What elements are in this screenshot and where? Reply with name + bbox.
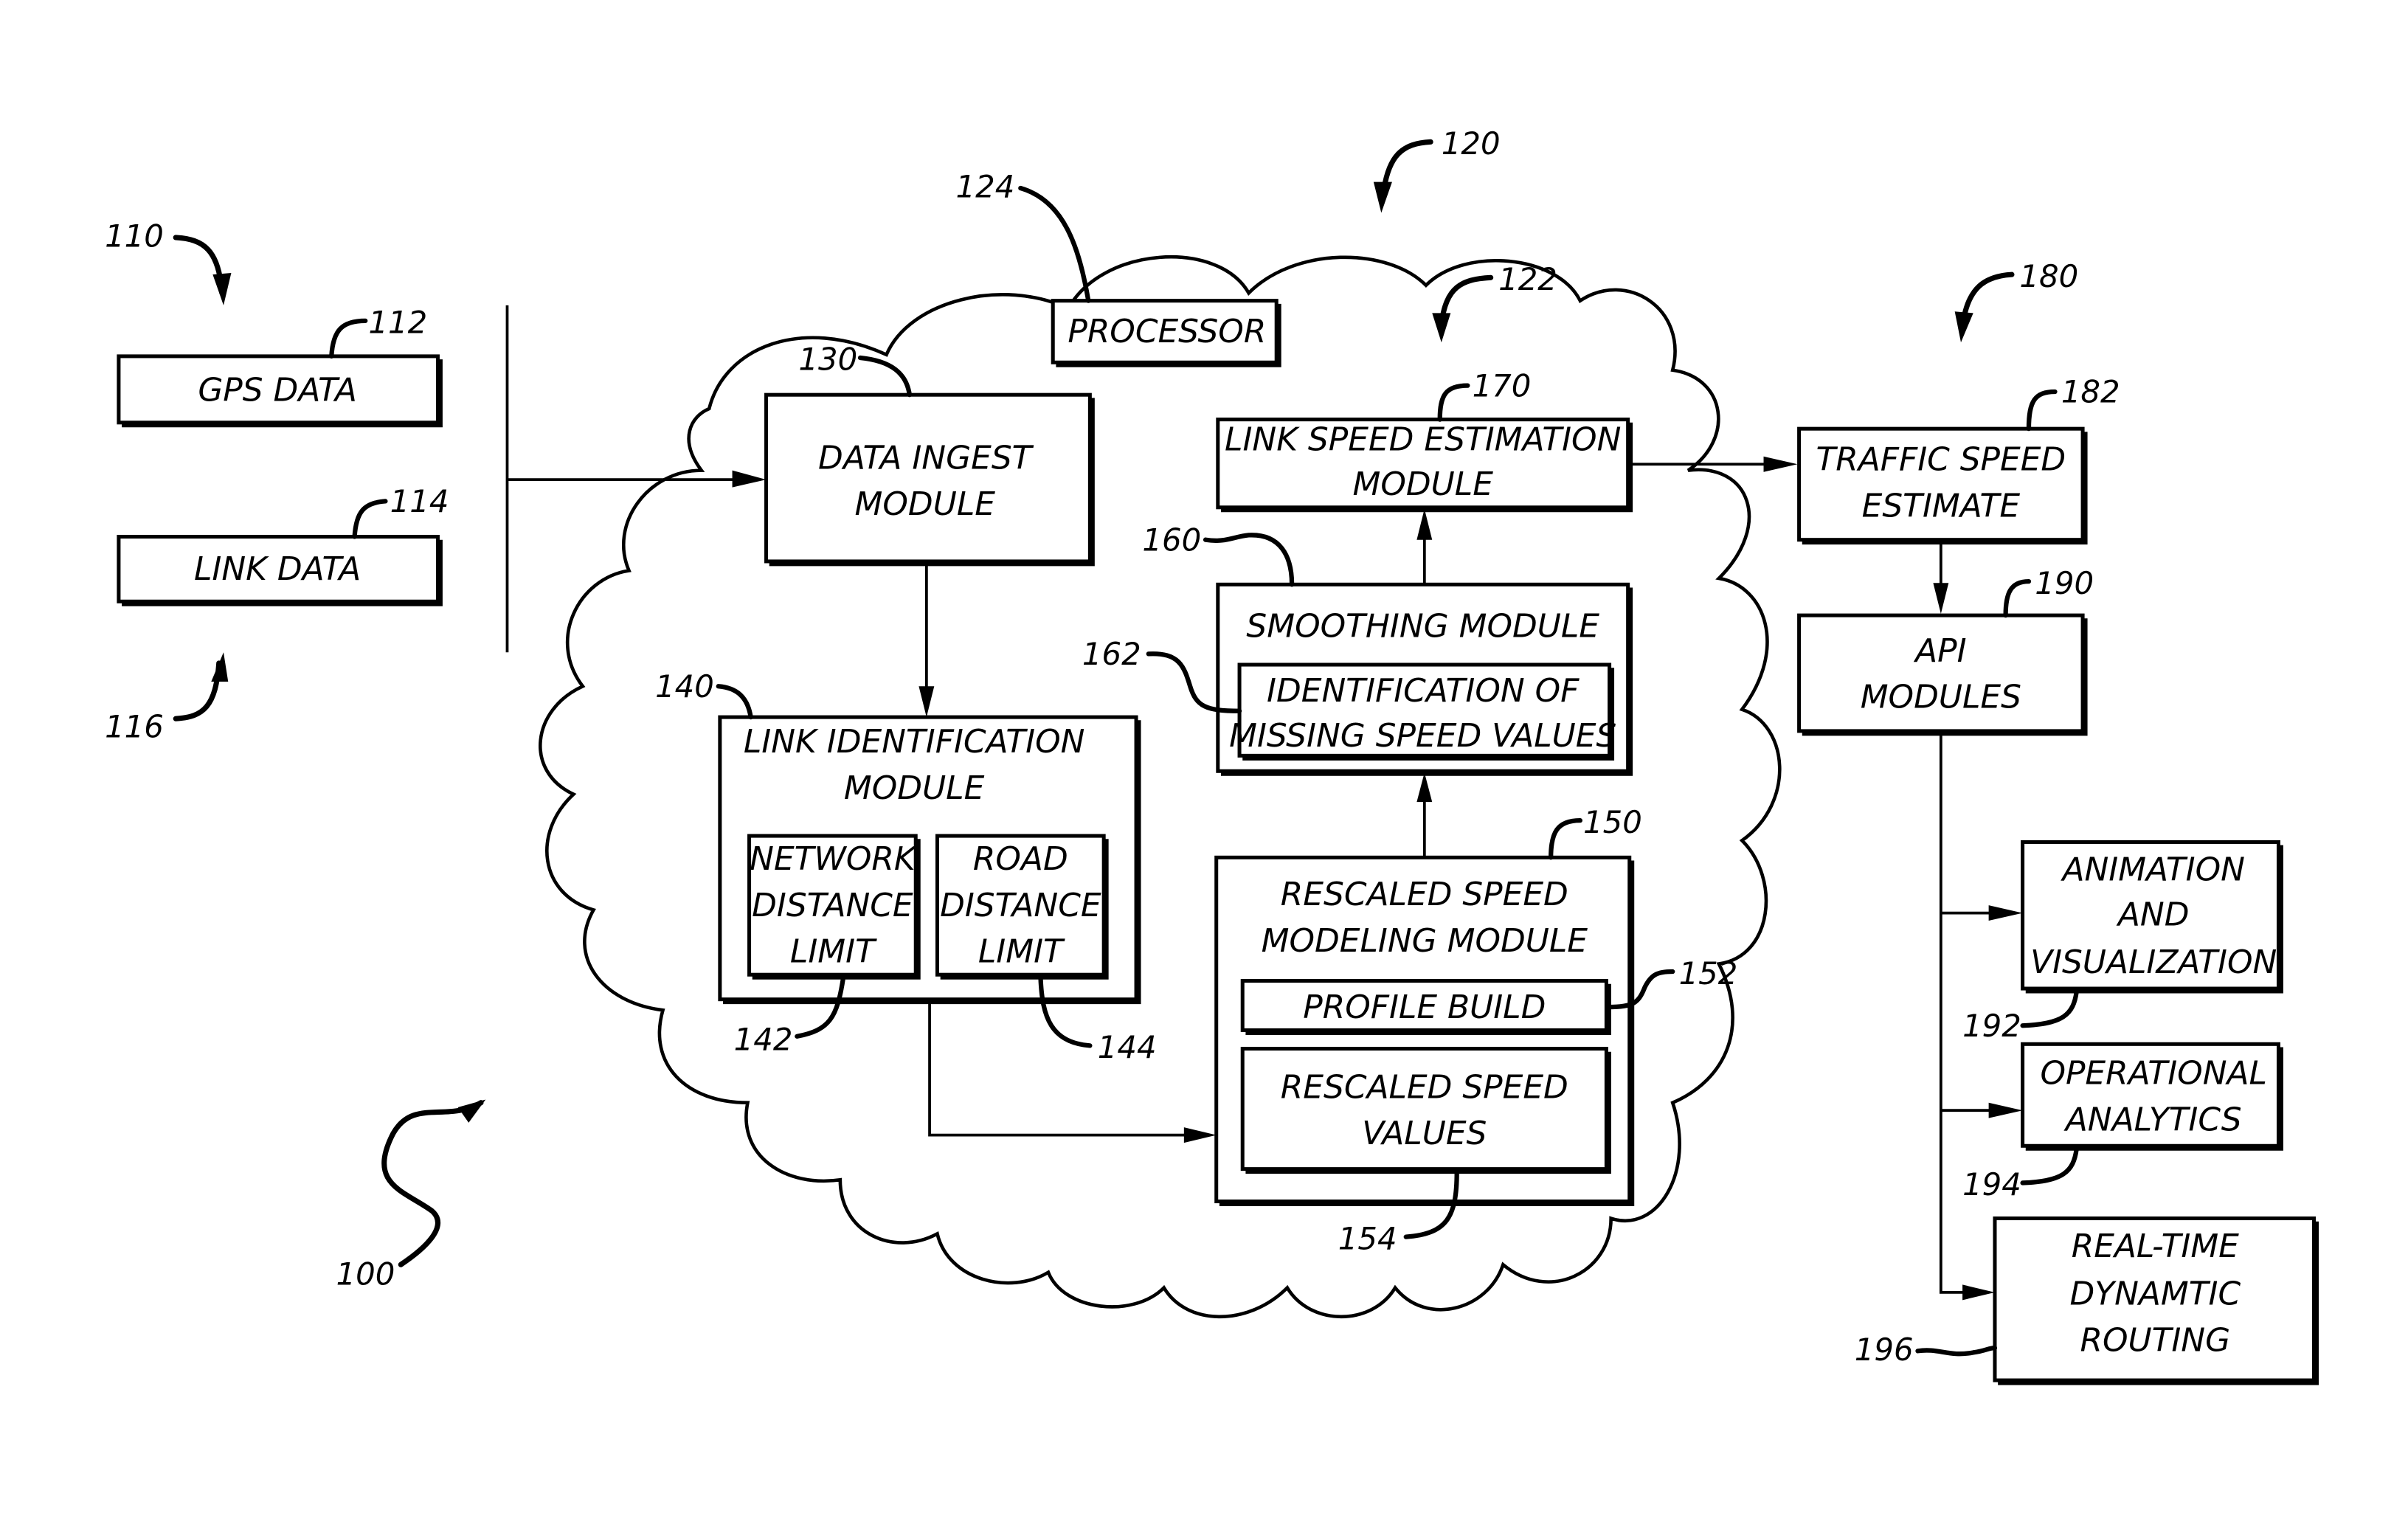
traffic-to-api-arrowhead	[1933, 583, 1949, 615]
operational-analytics-box[interactable]: OPERATIONAL ANALYTICS	[2021, 1042, 2283, 1151]
ref-194-leader	[2020, 1146, 2079, 1186]
analytics-line2: ANALYTICS	[2063, 1101, 2242, 1138]
ref-114: 114	[390, 483, 449, 519]
ref-196: 196	[1855, 1332, 1914, 1368]
ref-120-arrowhead	[1373, 181, 1392, 213]
ref-192-leader	[2020, 989, 2079, 1028]
rescaled-modeling-line2: MODELING MODULE	[1262, 922, 1588, 960]
ref-182: 182	[2061, 374, 2120, 410]
ref-112-leader	[329, 318, 368, 359]
data-ingest-module-box[interactable]: DATA INGEST MODULE	[764, 392, 1095, 567]
ref-182-leader	[2026, 389, 2058, 432]
ref-196-leader	[1915, 1345, 1998, 1357]
ref-110-arrow	[173, 235, 225, 296]
api-to-animation-arrowhead	[1988, 905, 2023, 921]
animation-line3: VISUALIZATION	[2030, 944, 2277, 981]
ref-190-leader	[2003, 578, 2032, 618]
system-diagram: GPS DATA 112 LINK DATA 114 110 116 100 1…	[105, 125, 2319, 1385]
traffic-speed-line1: TRAFFIC SPEED	[1816, 441, 2066, 479]
network-limit-line1: NETWORK	[750, 840, 918, 878]
ref-120: 120	[1442, 125, 1501, 162]
api-modules-line1: API	[1913, 632, 1966, 670]
smoothing-label: SMOOTHING MODULE	[1246, 607, 1599, 645]
traffic-speed-estimate-box[interactable]: TRAFFIC SPEED ESTIMATE	[1797, 426, 2088, 545]
animation-line1: ANIMATION	[2060, 851, 2244, 889]
rescaled-values-line2: VALUES	[1362, 1115, 1487, 1152]
ref-116: 116	[105, 708, 164, 744]
ref-122: 122	[1498, 261, 1557, 297]
ref-192: 192	[1962, 1008, 2021, 1044]
api-to-routing-arrowhead	[1962, 1284, 1995, 1301]
network-limit-line2: DISTANCE	[752, 887, 913, 924]
missing-speed-values-box[interactable]: IDENTIFICATION OF MISSING SPEED VALUES	[1229, 662, 1616, 761]
missing-values-line1: IDENTIFICATION OF	[1267, 672, 1580, 710]
ref-190: 190	[2035, 565, 2094, 601]
road-limit-line2: DISTANCE	[940, 887, 1101, 924]
rescaled-modeling-line1: RESCALED SPEED	[1281, 876, 1568, 913]
linkspeed-to-traffic-arrowhead	[1763, 456, 1798, 472]
link-speed-line2: MODULE	[1353, 465, 1494, 503]
analytics-line1: OPERATIONAL	[2040, 1055, 2267, 1093]
link-id-label-line2: MODULE	[844, 769, 985, 807]
traffic-speed-line2: ESTIMATE	[1862, 487, 2021, 525]
link-data-box[interactable]: LINK DATA	[117, 534, 443, 606]
processor-box[interactable]: PROCESSOR	[1051, 299, 1281, 367]
ref-124-leader	[1018, 185, 1091, 303]
road-limit-line1: ROAD	[973, 840, 1068, 878]
road-limit-line3: LIMIT	[978, 932, 1065, 970]
animation-visualization-box[interactable]: ANIMATION AND VISUALIZATION	[2021, 840, 2283, 994]
ref-152: 152	[1679, 955, 1738, 991]
ref-180: 180	[2019, 258, 2078, 294]
ref-110-arrowhead	[212, 273, 232, 305]
realtime-routing-box[interactable]: REAL-TIME DYNAMTIC ROUTING	[1993, 1216, 2319, 1385]
rescaled-values-line1: RESCALED SPEED	[1281, 1068, 1568, 1106]
api-modules-line2: MODULES	[1861, 679, 2021, 716]
rescaled-speed-values-box[interactable]: RESCALED SPEED VALUES	[1240, 1047, 1611, 1174]
link-id-label-line1: LINK IDENTIFICATION	[744, 723, 1085, 761]
data-ingest-label-line2: MODULE	[855, 485, 996, 523]
link-speed-estimation-module-box[interactable]: LINK SPEED ESTIMATION MODULE	[1216, 418, 1633, 513]
network-distance-limit-box[interactable]: NETWORK DISTANCE LIMIT	[747, 834, 921, 980]
ref-114-leader	[352, 499, 388, 539]
ref-150: 150	[1583, 804, 1642, 840]
ref-116-arrow	[173, 660, 222, 721]
ref-116-arrowhead	[211, 652, 229, 682]
gps-data-label: GPS DATA	[198, 372, 357, 409]
ref-154: 154	[1338, 1220, 1397, 1256]
ref-194: 194	[1962, 1166, 2021, 1202]
ref-100-arrow	[381, 1100, 484, 1267]
routing-line1: REAL-TIME	[2072, 1228, 2239, 1265]
network-limit-line3: LIMIT	[790, 932, 877, 970]
api-to-analytics-arrowhead	[1988, 1102, 2023, 1118]
data-ingest-label-line1: DATA INGEST	[818, 440, 1034, 477]
link-speed-line1: LINK SPEED ESTIMATION	[1225, 420, 1621, 458]
ref-124: 124	[956, 169, 1015, 205]
ref-180-arrowhead	[1954, 311, 1973, 343]
ref-140: 140	[655, 668, 714, 705]
animation-line2: AND	[2116, 896, 2190, 933]
ref-162: 162	[1082, 636, 1141, 672]
link-data-label: LINK DATA	[194, 550, 361, 588]
ref-130: 130	[798, 342, 857, 378]
ref-100: 100	[336, 1256, 395, 1292]
processor-label: PROCESSOR	[1068, 313, 1266, 350]
ref-100-arrowhead	[457, 1099, 486, 1123]
routing-line2: DYNAMTIC	[2069, 1276, 2241, 1313]
gps-data-box[interactable]: GPS DATA	[117, 354, 443, 428]
road-distance-limit-box[interactable]: ROAD DISTANCE LIMIT	[935, 834, 1109, 980]
routing-line3: ROUTING	[2080, 1321, 2230, 1359]
ref-142: 142	[734, 1022, 793, 1058]
missing-values-line2: MISSING SPEED VALUES	[1229, 717, 1616, 755]
api-modules-box[interactable]: API MODULES	[1797, 613, 2088, 736]
ref-144: 144	[1098, 1029, 1157, 1065]
ref-160: 160	[1142, 522, 1201, 558]
profile-build-label: PROFILE BUILD	[1303, 989, 1546, 1026]
ref-170: 170	[1473, 367, 1532, 404]
ref-110: 110	[105, 218, 164, 254]
profile-build-box[interactable]: PROFILE BUILD	[1240, 979, 1611, 1035]
ref-120-arrow	[1380, 139, 1433, 201]
ref-112: 112	[368, 305, 427, 341]
